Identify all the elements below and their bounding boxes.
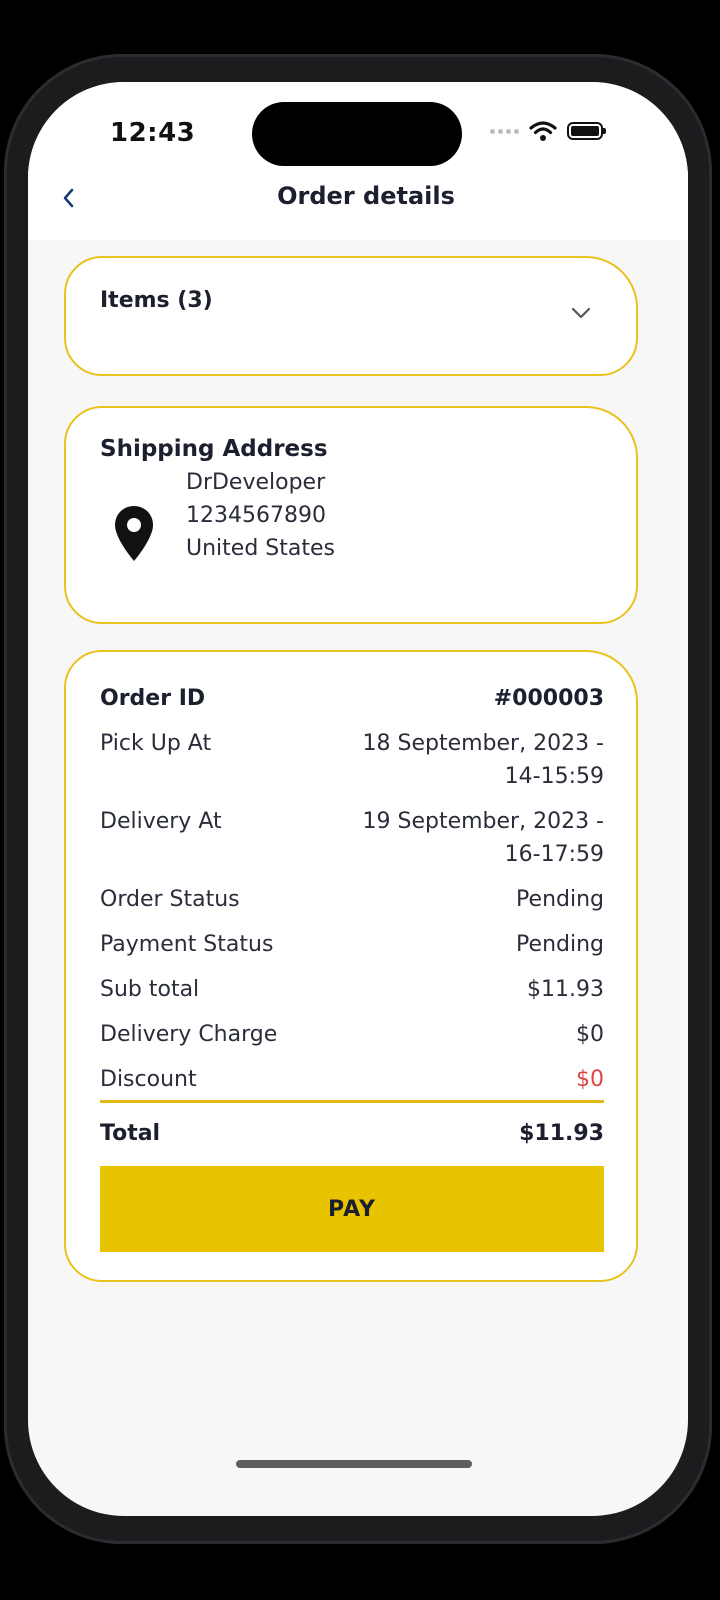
top-bar: 12:43 Order details <box>28 82 688 240</box>
row-value: Pending <box>516 932 604 957</box>
row-label: Payment Status <box>100 932 274 957</box>
row-value: 18 September, 2023 - 14-15:59 <box>362 731 605 789</box>
shipping-address-title: Shipping Address <box>100 436 328 462</box>
row-label: Sub total <box>100 977 200 1002</box>
row-label: Pick Up At <box>100 731 212 756</box>
delivery-charge-row: Delivery Charge $0 <box>100 1018 604 1051</box>
dynamic-island <box>252 102 462 166</box>
row-value: Pending <box>516 887 604 912</box>
row-value: $0 <box>576 1022 604 1047</box>
items-card[interactable]: Items (3) <box>64 256 638 376</box>
pickup-row: Pick Up At 18 September, 2023 - 14-15:59 <box>100 727 604 793</box>
address-name: DrDeveloper <box>186 470 326 495</box>
chevron-down-icon[interactable] <box>570 306 592 320</box>
home-indicator[interactable] <box>236 1460 472 1468</box>
row-value: $0 <box>576 1067 604 1092</box>
page-title: Order details <box>277 182 455 210</box>
subtotal-row: Sub total $11.93 <box>100 973 604 1006</box>
payment-status-row: Payment Status Pending <box>100 928 604 961</box>
order-summary-card: Order ID #000003 Pick Up At 18 September… <box>64 650 638 1282</box>
total-value: $11.93 <box>519 1121 604 1146</box>
status-icons <box>490 120 606 142</box>
row-label: Delivery Charge <box>100 1022 278 1047</box>
row-value: $11.93 <box>527 977 604 1002</box>
row-label: Delivery At <box>100 809 222 834</box>
shipping-address-card: Shipping Address DrDeveloper 1234567890 … <box>64 406 638 624</box>
total-row: Total $11.93 <box>100 1117 604 1150</box>
cellular-dots-icon <box>490 128 519 134</box>
row-value: 19 September, 2023 - 16-17:59 <box>362 809 605 867</box>
pay-button[interactable]: PAY <box>100 1166 604 1252</box>
discount-row: Discount $0 <box>100 1063 604 1096</box>
address-country: United States <box>186 536 335 561</box>
row-label: Order ID <box>100 686 206 711</box>
wifi-icon <box>529 121 557 141</box>
items-label: Items (3) <box>100 288 213 313</box>
row-label: Order Status <box>100 887 240 912</box>
row-label: Discount <box>100 1067 197 1092</box>
order-id-row: Order ID #000003 <box>100 682 604 715</box>
status-time: 12:43 <box>110 118 196 148</box>
app-screen: 12:43 Order details Items (3) Shipping A… <box>28 82 688 1516</box>
location-pin-icon <box>115 506 153 561</box>
address-phone: 1234567890 <box>186 503 326 528</box>
battery-icon <box>567 122 606 140</box>
total-label: Total <box>100 1121 161 1146</box>
total-divider <box>100 1100 604 1103</box>
delivery-row: Delivery At 19 September, 2023 - 16-17:5… <box>100 805 604 871</box>
address-lines: DrDeveloper 1234567890 United States <box>186 466 335 565</box>
order-details-list: Order ID #000003 Pick Up At 18 September… <box>100 682 604 1162</box>
row-value: #000003 <box>493 686 604 711</box>
order-status-row: Order Status Pending <box>100 883 604 916</box>
